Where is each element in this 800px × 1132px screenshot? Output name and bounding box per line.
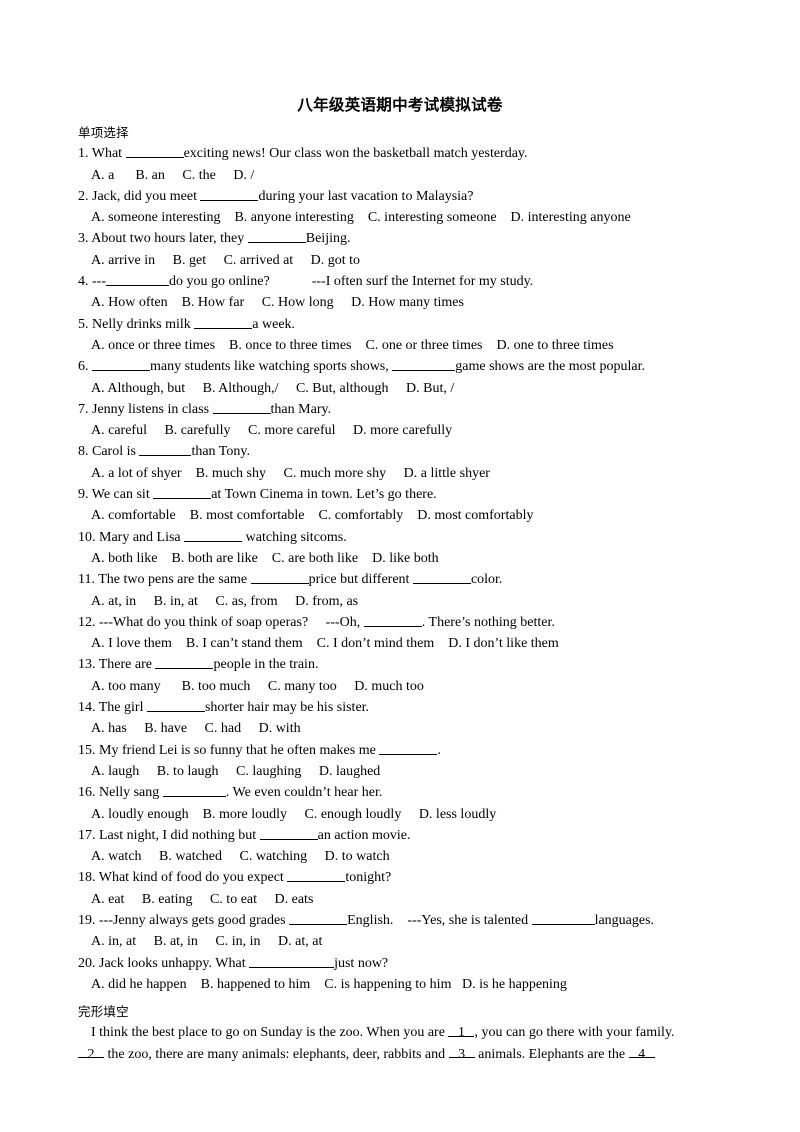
answer-blank[interactable] (146, 698, 205, 713)
cloze-blank-1[interactable]: 1 (448, 1022, 475, 1040)
answer-blank[interactable] (392, 357, 456, 372)
answer-blank[interactable] (287, 868, 346, 883)
answer-blank[interactable] (531, 911, 595, 925)
question-stem: 1. What exciting news! Our class won the… (78, 143, 738, 164)
answer-blank[interactable] (379, 740, 438, 755)
question-options[interactable]: A. arrive in B. get C. arrived at D. got… (78, 250, 738, 271)
answer-blank[interactable] (250, 570, 309, 585)
cloze-passage: I think the best place to go on Sunday i… (78, 1022, 738, 1065)
question-stem: 10. Mary and Lisa watching sitcoms. (78, 527, 738, 548)
question-options[interactable]: A. Although, but B. Although,/ C. But, a… (78, 378, 738, 399)
question-options[interactable]: A. has B. have C. had D. with (78, 718, 738, 739)
answer-blank[interactable] (162, 783, 226, 798)
answer-blank[interactable] (139, 442, 192, 457)
question-stem: 16. Nelly sang . We even couldn’t hear h… (78, 782, 738, 803)
answer-blank[interactable] (212, 400, 271, 414)
question-stem: 9. We can sit at Town Cinema in town. Le… (78, 484, 738, 505)
question-options[interactable]: A. laugh B. to laugh C. laughing D. laug… (78, 761, 738, 782)
question-stem: 3. About two hours later, they Beijing. (78, 228, 738, 249)
question-options[interactable]: A. someone interesting B. anyone interes… (78, 207, 738, 228)
question-options[interactable]: A. a lot of shyer B. much shy C. much mo… (78, 463, 738, 484)
question-options[interactable]: A. at, in B. in, at C. as, from D. from,… (78, 591, 738, 612)
question-stem: 6. many students like watching sports sh… (78, 356, 738, 377)
cloze-blank-4[interactable]: 4 (628, 1044, 655, 1062)
question-options[interactable]: A. both like B. both are like C. are bot… (78, 548, 738, 569)
multiple-choice-question-list: 1. What exciting news! Our class won the… (78, 143, 738, 995)
question-stem: 13. There are people in the train. (78, 654, 738, 675)
question-stem: 7. Jenny listens in class than Mary. (78, 399, 738, 420)
answer-blank[interactable] (249, 953, 335, 968)
question-stem: 19. ---Jenny always gets good grades Eng… (78, 910, 738, 931)
question-options[interactable]: A. in, at B. at, in C. in, in D. at, at (78, 931, 738, 952)
question-options[interactable]: A. How often B. How far C. How long D. H… (78, 292, 738, 313)
question-stem: 18. What kind of food do you expect toni… (78, 867, 738, 888)
question-options[interactable]: A. watch B. watched C. watching D. to wa… (78, 846, 738, 867)
question-stem: 4. --- do you go online? ---I often surf … (78, 271, 738, 292)
cloze-line: I think the best place to go on Sunday i… (78, 1022, 738, 1043)
question-options[interactable]: A. careful B. carefully C. more careful … (78, 420, 738, 441)
exam-paper-page: 八年级英语期中考试模拟试卷 单项选择 1. What exciting news… (0, 0, 800, 1132)
question-stem: 5. Nelly drinks milk a week. (78, 314, 738, 335)
question-stem: 12. ---What do you think of soap operas?… (78, 612, 738, 633)
answer-blank[interactable] (92, 357, 150, 372)
question-stem: 11. The two pens are the same price but … (78, 569, 738, 590)
section-heading-cloze: 完形填空 (78, 1004, 129, 1020)
answer-blank[interactable] (259, 826, 318, 840)
answer-blank[interactable] (289, 911, 348, 925)
question-options[interactable]: A. a B. an C. the D. / (78, 165, 738, 186)
question-stem: 2. Jack, did you meet during your last v… (78, 186, 738, 207)
answer-blank[interactable] (194, 314, 253, 329)
question-options[interactable]: A. eat B. eating C. to eat D. eats (78, 889, 738, 910)
cloze-blank-2[interactable]: 2 (78, 1044, 104, 1062)
question-options[interactable]: A. loudly enough B. more loudly C. enoug… (78, 804, 738, 825)
question-options[interactable]: A. once or three times B. once to three … (78, 335, 738, 356)
answer-blank[interactable] (125, 144, 184, 159)
answer-blank[interactable] (412, 570, 471, 585)
question-options[interactable]: A. comfortable B. most comfortable C. co… (78, 505, 738, 526)
question-options[interactable]: A. too many B. too much C. many too D. m… (78, 676, 738, 697)
question-stem: 14. The girl shorter hair may be his sis… (78, 697, 738, 718)
question-stem: 20. Jack looks unhappy. What just now? (78, 953, 738, 974)
section-heading-multiple-choice: 单项选择 (78, 125, 129, 140)
question-options[interactable]: A. I love them B. I can’t stand them C. … (78, 633, 738, 654)
answer-blank[interactable] (363, 613, 422, 627)
cloze-line: 2 the zoo, there are many animals: eleph… (78, 1044, 738, 1065)
question-stem: 15. My friend Lei is so funny that he of… (78, 740, 738, 761)
answer-blank[interactable] (153, 485, 212, 500)
answer-blank[interactable] (200, 187, 259, 201)
page-title: 八年级英语期中考试模拟试卷 (297, 97, 503, 114)
question-options[interactable]: A. did he happen B. happened to him C. i… (78, 974, 738, 995)
answer-blank[interactable] (184, 527, 243, 542)
answer-blank[interactable] (247, 229, 306, 244)
question-stem: 17. Last night, I did nothing but an act… (78, 825, 738, 846)
answer-blank[interactable] (155, 655, 214, 670)
question-stem: 8. Carol is than Tony. (78, 441, 738, 462)
cloze-blank-3[interactable]: 3 (448, 1044, 475, 1062)
answer-blank[interactable] (106, 272, 169, 287)
